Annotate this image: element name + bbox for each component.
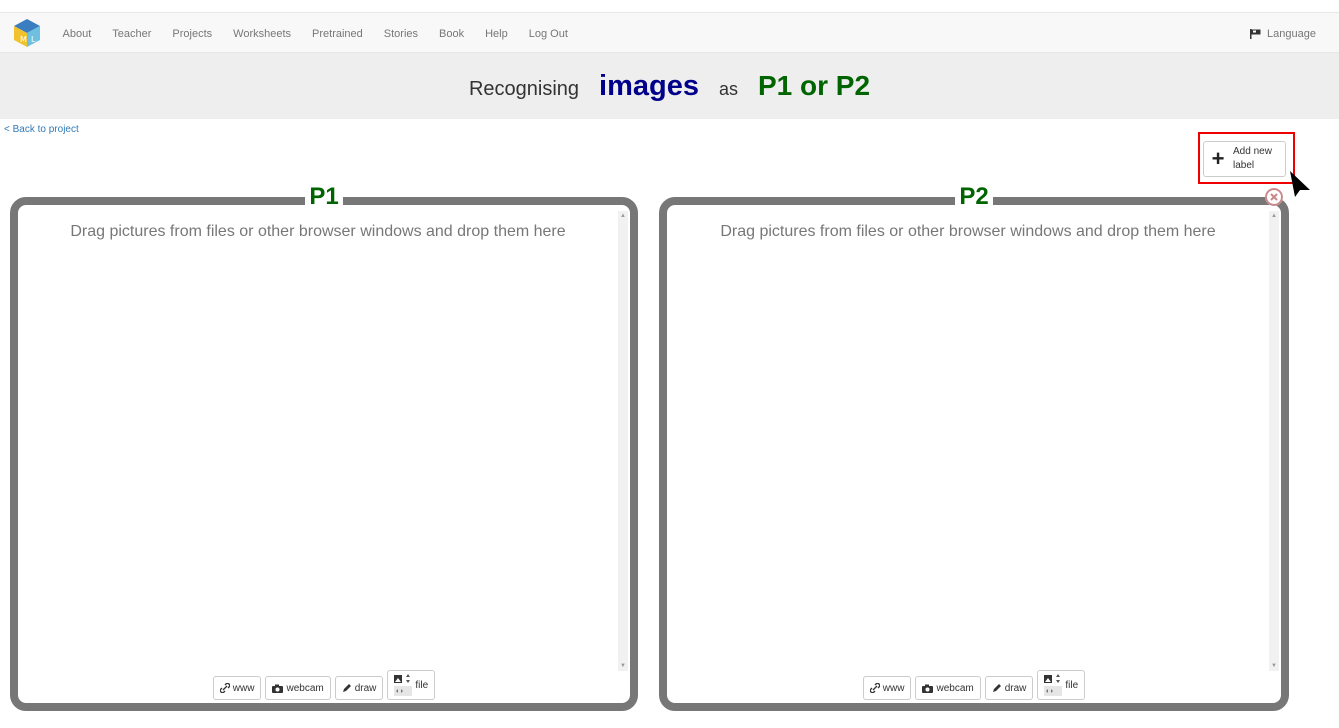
add-label-line1: Add new (1233, 146, 1272, 157)
link-icon (869, 683, 880, 693)
webcam-button[interactable]: webcam (265, 676, 331, 700)
camera-icon (272, 684, 284, 693)
drop-hint: Drag pictures from files or other browse… (70, 223, 566, 240)
draw-button[interactable]: draw (334, 676, 384, 700)
nav-logout[interactable]: Log Out (529, 28, 568, 40)
back-to-project-link[interactable]: < Back to project (4, 124, 79, 135)
drop-hint: Drag pictures from files or other browse… (720, 223, 1216, 240)
www-button[interactable]: www (862, 676, 912, 700)
scrollbar[interactable]: ▲ ▼ (618, 211, 628, 671)
title-labels: P1 or P2 (757, 70, 871, 101)
draw-button[interactable]: draw (984, 676, 1034, 700)
title-as: as (718, 78, 738, 99)
main-nav: About Teacher Projects Worksheets Pretra… (52, 13, 578, 54)
nav-teacher[interactable]: Teacher (112, 28, 151, 40)
language-label: Language (1267, 27, 1316, 40)
add-label-line2: label (1233, 160, 1255, 171)
add-label-button[interactable]: + Add new label (1203, 141, 1286, 177)
nav-stories[interactable]: Stories (384, 28, 418, 40)
cursor-icon (1290, 171, 1310, 197)
svg-text:L: L (31, 35, 36, 44)
language-menu[interactable]: Language (1250, 13, 1316, 54)
file-button[interactable]: file (387, 670, 436, 700)
link-icon (219, 683, 230, 693)
www-button[interactable]: www (212, 676, 262, 700)
pencil-icon (992, 684, 1001, 692)
nav-book[interactable]: Book (439, 28, 464, 40)
flag-icon (1250, 28, 1261, 39)
delete-icon[interactable] (1265, 188, 1283, 206)
title-prefix: Recognising (468, 77, 580, 100)
bucket-p1[interactable]: P1 Drag pictures from files or other bro… (10, 183, 638, 711)
file-icon (1044, 674, 1063, 696)
nav-projects[interactable]: Projects (172, 28, 212, 40)
file-button[interactable]: file (1037, 670, 1086, 700)
bucket-toolbar: www webcam draw file (667, 670, 1281, 700)
bucket-p2[interactable]: P2 Drag pictures from files or other bro… (659, 183, 1289, 711)
title-type: images (599, 69, 699, 102)
scrollbar[interactable]: ▲ ▼ (1269, 211, 1279, 671)
plus-icon: + (1211, 146, 1225, 171)
nav-worksheets[interactable]: Worksheets (233, 28, 291, 40)
top-navbar: M L About Teacher Projects Worksheets Pr… (0, 12, 1339, 53)
pencil-icon (342, 684, 351, 692)
page-title: Recognising images as P1 or P2 (0, 53, 1339, 119)
webcam-button[interactable]: webcam (915, 676, 981, 700)
camera-icon (922, 684, 934, 693)
bucket-label: P2 (955, 183, 993, 210)
bucket-toolbar: www webcam draw file (18, 670, 630, 700)
file-icon (394, 674, 413, 696)
nav-pretrained[interactable]: Pretrained (312, 28, 363, 40)
svg-text:M: M (20, 35, 27, 44)
logo-icon[interactable]: M L (13, 18, 41, 48)
bucket-label: P1 (305, 183, 343, 210)
nav-about[interactable]: About (63, 28, 92, 40)
nav-help[interactable]: Help (485, 28, 508, 40)
